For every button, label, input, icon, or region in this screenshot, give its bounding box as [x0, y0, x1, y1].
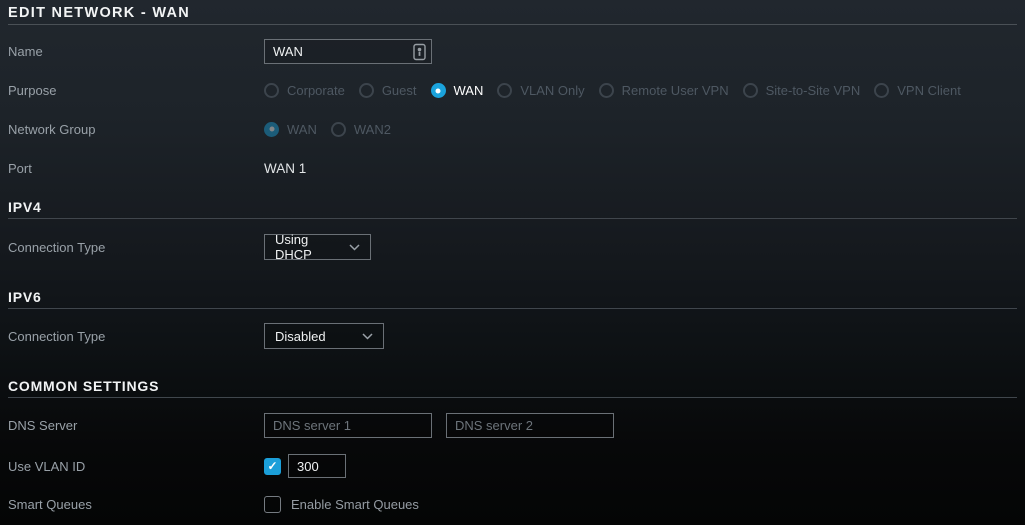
dns-server-2-input[interactable] — [446, 412, 614, 438]
ipv6-connection-type-label: Connection Type — [8, 328, 106, 344]
ipv4-connection-type-label: Connection Type — [8, 239, 106, 255]
network-group-radio-group: WAN WAN2 — [264, 121, 391, 137]
purpose-option-site-to-site-vpn: Site-to-Site VPN — [742, 83, 860, 98]
purpose-option-vpn-client: VPN Client — [874, 83, 961, 98]
radio-icon — [358, 83, 374, 98]
purpose-option-wan[interactable]: WAN — [430, 83, 483, 98]
radio-icon — [497, 83, 513, 98]
use-vlan-id-row: Use VLAN ID — [8, 452, 1017, 480]
network-group-row: Network Group WAN WAN2 — [8, 109, 1017, 149]
network-group-option-wan2: WAN2 — [330, 121, 391, 137]
purpose-option-guest: Guest — [358, 83, 417, 98]
smart-queues-row: Smart Queues Enable Smart Queues — [8, 480, 1017, 525]
chevron-down-icon — [362, 332, 373, 340]
radio-icon — [330, 121, 346, 137]
name-row: Name — [8, 31, 1017, 72]
purpose-radio-group: Corporate Guest WAN VLAN Only Remote Use… — [264, 83, 961, 98]
radio-icon — [264, 83, 279, 98]
radio-icon — [598, 83, 614, 98]
dns-server-label: DNS Server — [8, 417, 78, 433]
use-vlan-id-label: Use VLAN ID — [8, 458, 86, 474]
network-group-option-wan: WAN — [264, 121, 317, 137]
purpose-option-corporate: Corporate — [264, 83, 345, 98]
ipv4-connection-type-value: Using DHCP — [275, 232, 312, 262]
ipv6-connection-type-row: Connection Type Disabled — [8, 309, 1017, 363]
chevron-down-icon — [349, 243, 360, 251]
ipv4-connection-type-select[interactable]: Using DHCP — [264, 232, 371, 262]
common-settings-heading: COMMON SETTINGS — [8, 378, 160, 394]
purpose-row: Purpose Corporate Guest WAN VLAN Only Re… — [8, 72, 1017, 109]
radio-icon — [742, 83, 758, 98]
purpose-option-remote-user-vpn: Remote User VPN — [598, 83, 729, 98]
autofill-icon — [413, 43, 426, 60]
smart-queues-checkbox[interactable] — [264, 495, 281, 513]
vlan-id-input[interactable] — [288, 454, 346, 478]
name-label: Name — [8, 44, 43, 59]
page-title: EDIT NETWORK - WAN — [8, 5, 191, 21]
ipv4-connection-type-row: Connection Type Using DHCP — [8, 219, 1017, 275]
port-value: WAN 1 — [264, 160, 307, 176]
name-input-wrap — [264, 39, 432, 64]
title-divider — [8, 24, 1017, 25]
port-row: Port WAN 1 — [8, 149, 1017, 187]
radio-icon — [874, 83, 890, 98]
name-input[interactable] — [264, 39, 432, 64]
ipv6-connection-type-value: Disabled — [275, 328, 326, 344]
smart-queues-checkbox-label: Enable Smart Queues — [291, 496, 419, 512]
port-label: Port — [8, 160, 32, 176]
purpose-label: Purpose — [8, 83, 57, 98]
radio-selected-icon — [264, 121, 279, 137]
ipv6-section-heading: IPV6 — [8, 289, 42, 305]
ipv6-connection-type-select[interactable]: Disabled — [264, 323, 384, 349]
purpose-option-vlan-only: VLAN Only — [497, 83, 585, 98]
dns-server-row: DNS Server — [8, 398, 1017, 452]
smart-queues-label: Smart Queues — [8, 496, 92, 512]
network-group-label: Network Group — [8, 121, 96, 137]
radio-selected-icon[interactable] — [430, 83, 446, 98]
vlan-checkbox-check-icon[interactable] — [264, 457, 281, 475]
edit-network-panel: EDIT NETWORK - WAN Name Purpose Corporat… — [0, 0, 1025, 525]
ipv4-section-heading: IPV4 — [8, 199, 42, 215]
dns-server-1-input[interactable] — [264, 412, 432, 438]
